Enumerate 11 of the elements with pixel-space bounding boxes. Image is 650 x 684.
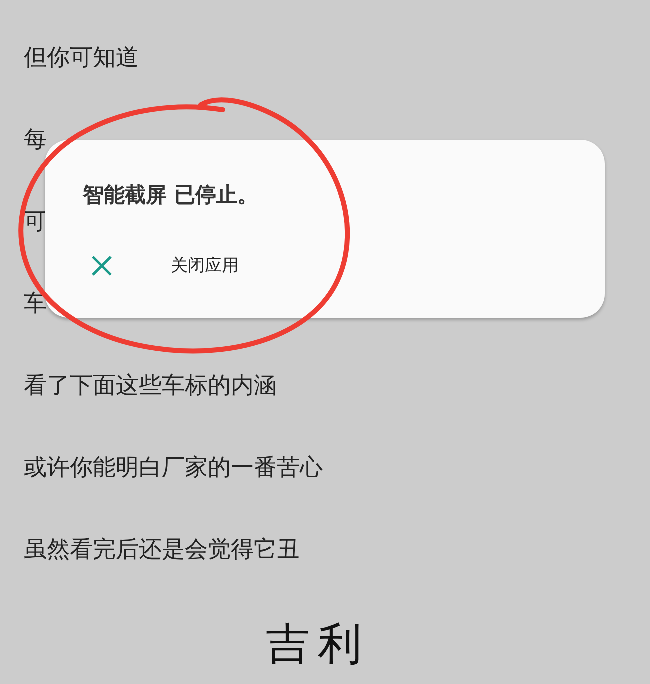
- text-line: 每: [24, 127, 47, 153]
- heading: 吉利: [266, 619, 370, 671]
- text-line: 但你可知道: [24, 45, 139, 71]
- text-line: 可: [24, 209, 47, 235]
- close-icon: [91, 255, 113, 277]
- text-line: 车: [24, 291, 47, 317]
- dialog-title: 智能截屏 已停止。: [83, 182, 260, 209]
- close-app-button[interactable]: 关闭应用: [83, 254, 239, 278]
- text-line: 或许你能明白厂家的一番苦心: [24, 455, 323, 481]
- text-line: 看了下面这些车标的内涵: [24, 373, 277, 399]
- text-line: 虽然看完后还是会觉得它丑: [24, 537, 300, 563]
